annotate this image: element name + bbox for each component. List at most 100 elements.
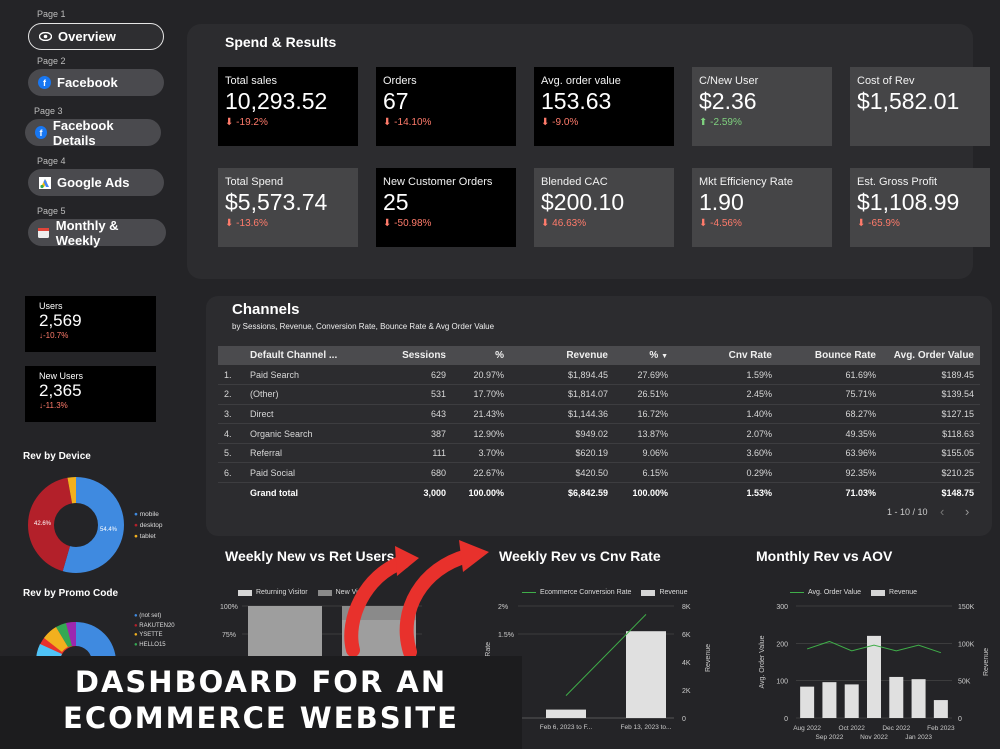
nav-facebook-button[interactable]: f Facebook xyxy=(28,69,164,96)
x-tick-label: Nov 2022 xyxy=(860,734,888,741)
col-header[interactable]: Sessions xyxy=(364,346,452,365)
facebook-icon: f xyxy=(35,126,47,139)
table-cell: Referral xyxy=(244,443,364,464)
y-left-tick: 300 xyxy=(776,604,788,611)
channels-title: Channels xyxy=(232,301,300,318)
col-header[interactable]: Cnv Rate xyxy=(674,346,778,365)
prev-page-button[interactable]: ‹ xyxy=(940,504,944,519)
next-page-button[interactable]: › xyxy=(965,504,969,519)
kpi-value: 1.90 xyxy=(699,189,744,215)
legend-desktop: desktop xyxy=(139,522,163,529)
nav-item-label: Facebook xyxy=(57,75,118,90)
ytick: 100% xyxy=(220,604,238,611)
revenue-bar xyxy=(800,686,815,718)
table-cell: 531 xyxy=(364,384,452,405)
nav-page-label: Page 2 xyxy=(37,56,66,66)
kpi-card: Total sales 10,293.52 ⬇ -19.2% xyxy=(218,67,358,146)
y-right-tick: 0 xyxy=(682,716,686,723)
y-left-tick: 200 xyxy=(776,641,788,648)
rev-by-promo-donut[interactable] xyxy=(26,612,126,662)
x-tick-label: Feb 13, 2023 to... xyxy=(621,724,672,731)
google-ads-icon xyxy=(38,176,51,189)
nav-facebook-details-button[interactable]: f Facebook Details xyxy=(25,118,161,148)
table-row[interactable]: 6. Paid Social 680 22.67% $420.50 6.15% 0.29% 9… xyxy=(218,462,980,484)
y-right-tick: 6K xyxy=(682,632,691,639)
y-right-tick: 2K xyxy=(682,688,691,695)
table-cell: $1,894.45 xyxy=(510,365,614,386)
rev-by-device-donut[interactable]: 54.4% 42.6% xyxy=(26,475,126,575)
nav-page-label: Page 3 xyxy=(34,106,63,116)
legend-returning: Returning Visitor xyxy=(256,589,308,596)
kpi-label: Est. Gross Profit xyxy=(857,176,938,188)
table-cell: 75.71% xyxy=(778,384,882,405)
row-number: 2. xyxy=(218,384,244,405)
table-cell: $155.05 xyxy=(882,443,980,464)
kpi-card: Est. Gross Profit $1,108.99 ⬇ -65.9% xyxy=(850,168,990,247)
total-cell: $6,842.59 xyxy=(567,487,608,498)
legend-revenue: Revenue xyxy=(659,589,688,596)
revenue-bar xyxy=(822,682,837,718)
total-cell: 100.00% xyxy=(468,487,504,498)
table-cell: $1,144.36 xyxy=(510,404,614,425)
x-tick-label: Feb 2023 xyxy=(927,725,955,732)
rev-by-promo-title: Rev by Promo Code xyxy=(23,588,119,599)
table-cell: 2.07% xyxy=(674,423,778,444)
kpi-card: C/New User $2.36 ⬆ -2.59% xyxy=(692,67,832,146)
kpi-card: Orders 67 ⬇ -14.10% xyxy=(376,67,516,146)
legend-item: YSETTE xyxy=(139,632,163,638)
spend-results-title: Spend & Results xyxy=(225,34,337,50)
facebook-icon: f xyxy=(38,76,51,89)
kpi-change: ⬇ -13.6% xyxy=(225,218,268,229)
y-left-tick: 0 xyxy=(784,716,788,723)
table-row[interactable]: 1. Paid Search 629 20.97% $1,894.45 27.69% 1.5… xyxy=(218,365,980,386)
col-header[interactable]: Revenue xyxy=(510,346,614,365)
col-header[interactable]: % xyxy=(452,346,510,365)
scorecard-change: ↓-11.3% xyxy=(39,401,68,410)
y-right-tick: 8K xyxy=(682,604,691,611)
table-row[interactable]: 5. Referral 111 3.70% $620.19 9.06% 3.60% 63.96… xyxy=(218,443,980,464)
kpi-label: Blended CAC xyxy=(541,176,608,188)
legend-cnv: Ecommerce Conversion Rate xyxy=(540,589,632,596)
total-cell: Grand total xyxy=(250,487,299,498)
scorecard-label: Users xyxy=(39,301,63,311)
nav-monthly-weekly-button[interactable]: Monthly & Weekly xyxy=(28,218,166,248)
nav-google-ads-button[interactable]: Google Ads xyxy=(28,169,164,196)
kpi-value: 10,293.52 xyxy=(225,88,328,114)
table-cell: 9.06% xyxy=(614,443,674,464)
table-cell: $139.54 xyxy=(882,384,980,405)
y-left-label: Avg. Order Value xyxy=(759,635,766,688)
y-right-label: Revenue xyxy=(983,648,990,676)
table-cell: $189.45 xyxy=(882,365,980,386)
table-row[interactable]: 2. (Other) 531 17.70% $1,814.07 26.51% 2.45% 75… xyxy=(218,384,980,405)
legend-revenue: Revenue xyxy=(889,589,918,596)
kpi-label: Avg. order value xyxy=(541,75,621,87)
table-cell: $210.25 xyxy=(882,462,980,484)
table-row[interactable]: 3. Direct 643 21.43% $1,144.36 16.72% 1.40% 68.… xyxy=(218,404,980,425)
kpi-label: C/New User xyxy=(699,75,759,87)
calendar-icon xyxy=(38,226,50,239)
chart-title-rev-vs-aov: Monthly Rev vs AOV xyxy=(756,548,893,564)
table-cell: 21.43% xyxy=(452,404,510,425)
scorecard-change: ↓-10.7% xyxy=(39,331,69,340)
table-header-row: Default Channel ... Sessions % Revenue %… xyxy=(218,346,980,365)
eye-icon xyxy=(39,30,52,43)
table-cell: 629 xyxy=(364,365,452,386)
table-row[interactable]: 4. Organic Search 387 12.90% $949.02 13.87% 2.… xyxy=(218,423,980,444)
pagination-label: 1 - 10 / 10 xyxy=(887,507,928,517)
col-header[interactable]: Bounce Rate xyxy=(778,346,882,365)
nav-overview-button[interactable]: Overview xyxy=(28,23,164,50)
table-cell: 16.72% xyxy=(614,404,674,425)
chart-legend: Ecommerce Conversion Rate Revenue xyxy=(522,589,687,596)
col-header[interactable]: % ▼ xyxy=(614,346,674,365)
col-header[interactable]: Avg. Order Value xyxy=(882,346,980,365)
kpi-label: Orders xyxy=(383,75,417,87)
rev-by-device-title: Rev by Device xyxy=(23,451,91,462)
kpi-label: Total sales xyxy=(225,75,277,87)
scorecard-value: 2,365 xyxy=(39,381,82,400)
table-cell: 387 xyxy=(364,423,452,444)
kpi-value: $200.10 xyxy=(541,189,625,215)
kpi-change: ⬇ -65.9% xyxy=(857,218,900,229)
table-cell: $127.15 xyxy=(882,404,980,425)
col-header[interactable]: Default Channel ... xyxy=(244,346,364,365)
table-cell: 111 xyxy=(364,443,452,464)
